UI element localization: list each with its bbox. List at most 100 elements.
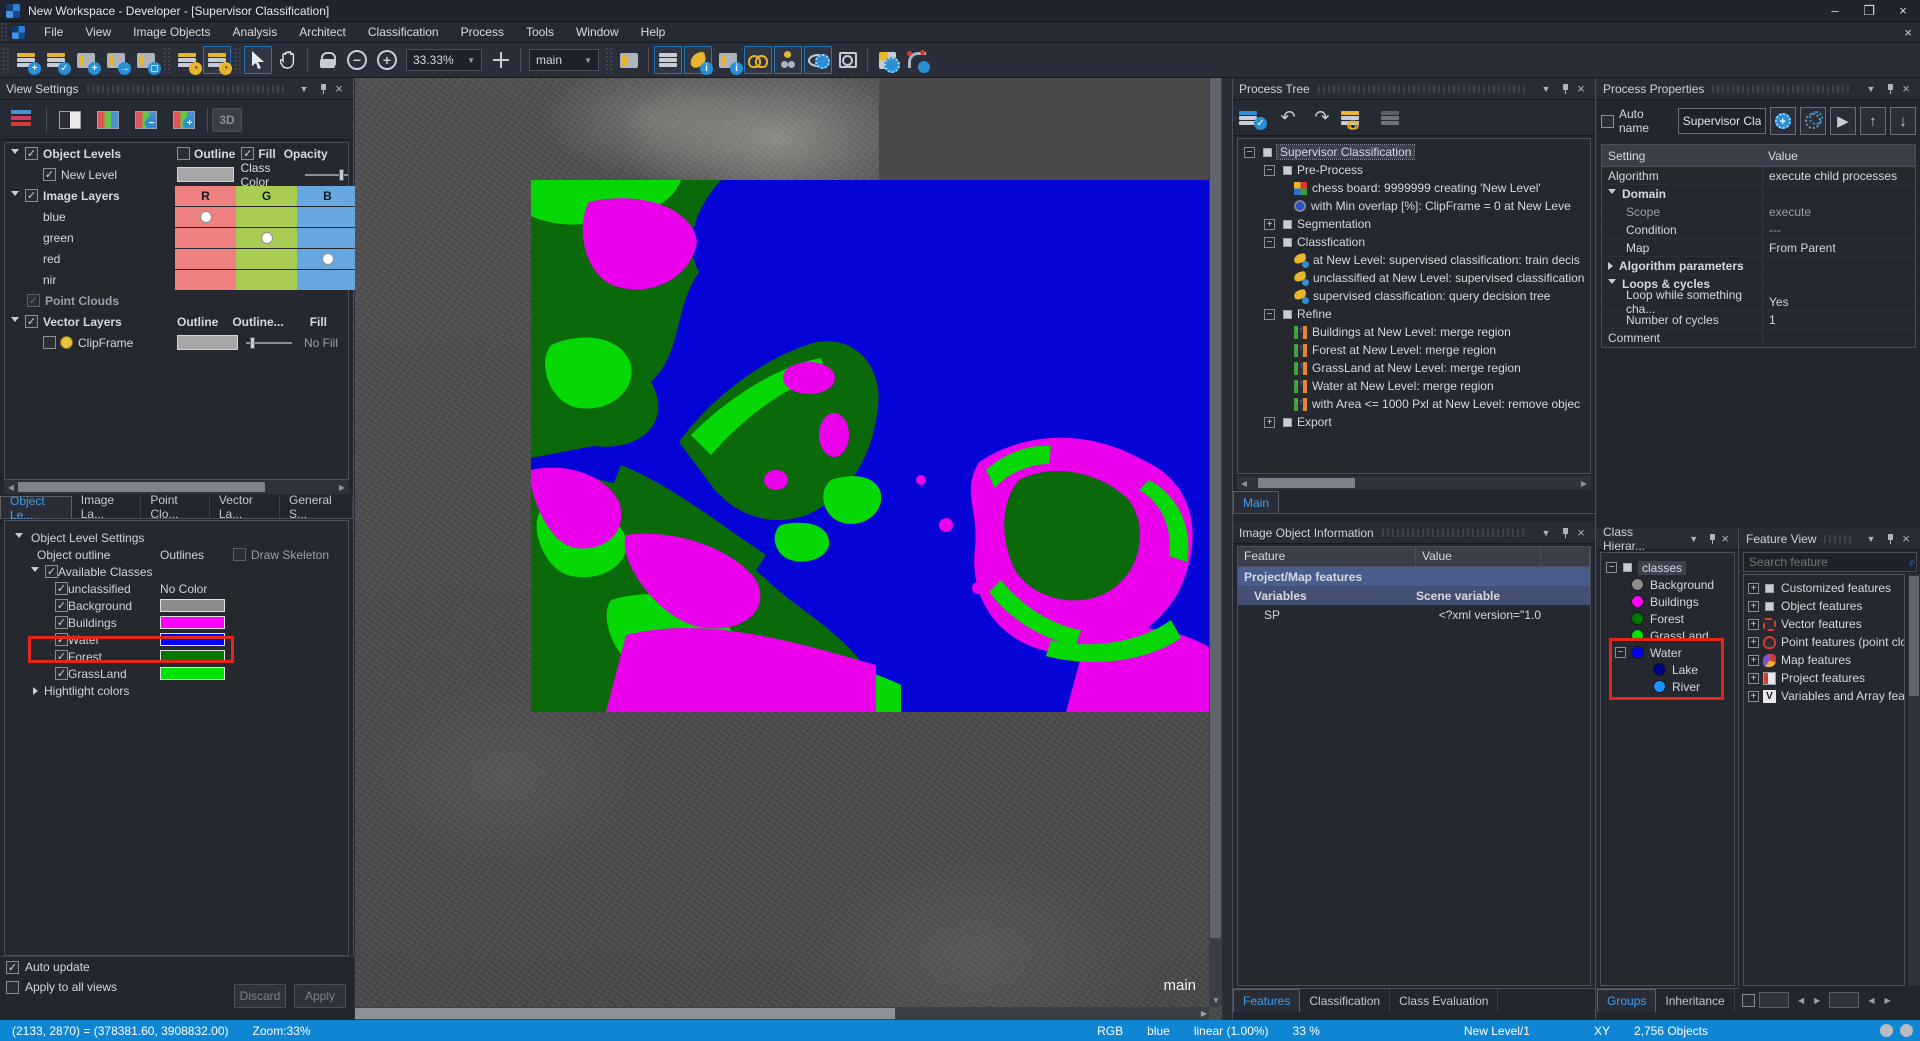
minimize-button[interactable]: – xyxy=(1818,0,1852,21)
close-icon[interactable]: × xyxy=(1898,81,1914,96)
scroll-left-icon[interactable]: ◀ xyxy=(4,483,18,492)
expand-icon[interactable] xyxy=(1608,262,1613,270)
chevron-down-icon[interactable]: ▼ xyxy=(1538,84,1554,94)
process-node[interactable]: − Classfication xyxy=(1238,233,1590,251)
collapse-box[interactable]: − xyxy=(1264,309,1275,320)
new-workspace-button[interactable]: + xyxy=(72,46,100,74)
close-icon[interactable]: × xyxy=(1573,81,1589,96)
expand-box[interactable]: + xyxy=(1748,583,1759,594)
menu-view[interactable]: View xyxy=(74,22,122,42)
new-level-row[interactable]: ✓ New Level Class Color xyxy=(5,164,348,185)
expand-icon[interactable] xyxy=(33,687,38,695)
auto-update-checkbox[interactable]: ✓ xyxy=(6,961,19,974)
open-workspace-button[interactable]: ◻ xyxy=(132,46,160,74)
process-node[interactable]: Water at New Level: merge region xyxy=(1238,377,1590,395)
process-node[interactable]: chess board: 9999999 creating 'New Level… xyxy=(1238,179,1590,197)
add-layer-button[interactable]: + xyxy=(167,105,201,135)
clipframe-row[interactable]: ClipFrame No Fill xyxy=(5,332,348,353)
classes-root-row[interactable]: − classes xyxy=(1601,559,1734,576)
spin-right-icon[interactable]: ▶ xyxy=(1809,996,1825,1005)
chevron-down-icon[interactable]: ▼ xyxy=(1863,534,1879,544)
property-group-row[interactable]: Domain xyxy=(1602,185,1915,203)
range-min-box[interactable] xyxy=(1759,992,1789,1008)
expand-box[interactable]: + xyxy=(1264,219,1275,230)
collapse-icon[interactable] xyxy=(11,149,19,158)
map-viewer[interactable]: main ▼ ▶ xyxy=(355,78,1222,1020)
close-icon[interactable]: × xyxy=(1573,525,1589,540)
edit-polygon-button[interactable] xyxy=(903,46,931,74)
feature-view-vscrollbar[interactable] xyxy=(1908,574,1920,986)
feature-group[interactable]: + Customized features xyxy=(1744,579,1904,597)
property-row[interactable]: Map From Parent xyxy=(1602,239,1915,257)
class-row-buildings[interactable]: ✓ Buildings xyxy=(5,614,348,631)
collapse-box[interactable]: − xyxy=(1606,562,1617,573)
property-row[interactable]: Algorithm execute child processes xyxy=(1602,167,1915,185)
close-button[interactable]: × xyxy=(1886,0,1920,21)
table-row[interactable]: SP <?xml version="1.0 xyxy=(1238,605,1590,624)
menu-help[interactable]: Help xyxy=(630,22,677,42)
grid-settings-button[interactable] xyxy=(873,46,901,74)
available-classes-checkbox[interactable]: ✓ xyxy=(45,565,58,578)
expand-box[interactable]: + xyxy=(1264,417,1275,428)
close-icon[interactable]: × xyxy=(1898,531,1914,546)
class-item[interactable]: Buildings xyxy=(1601,593,1734,610)
restore-button[interactable]: ❐ xyxy=(1852,0,1886,21)
channel-cell[interactable] xyxy=(175,270,236,290)
collapse-box[interactable]: − xyxy=(1264,165,1275,176)
select-cursor-button[interactable] xyxy=(244,46,272,74)
tab-class-evaluation[interactable]: Class Evaluation xyxy=(1390,989,1498,1012)
split-view-button[interactable] xyxy=(615,46,643,74)
channel-cell[interactable] xyxy=(236,207,297,227)
channel-cell[interactable] xyxy=(297,228,358,248)
outline-checkbox[interactable] xyxy=(177,147,190,160)
expand-box[interactable]: + xyxy=(1748,691,1759,702)
property-row[interactable]: Scope execute xyxy=(1602,203,1915,221)
class-row-unclassified[interactable]: ✓ unclassified No Color xyxy=(5,580,348,597)
range-max-box[interactable] xyxy=(1829,992,1859,1008)
scroll-left-icon[interactable]: ◀ xyxy=(1237,479,1251,488)
class-hierarchy-button[interactable] xyxy=(774,46,802,74)
channel-cell[interactable] xyxy=(175,228,236,248)
new-level-checkbox[interactable]: ✓ xyxy=(43,168,56,181)
scroll-right-icon[interactable]: ▶ xyxy=(1201,1009,1207,1018)
object-info-button[interactable]: i xyxy=(714,46,742,74)
new-project-button[interactable]: + xyxy=(12,46,40,74)
document-close-icon[interactable]: × xyxy=(1904,25,1912,40)
column-header[interactable]: Feature xyxy=(1238,547,1416,566)
apply-button[interactable]: Apply xyxy=(294,984,346,1008)
show-classification-button[interactable] xyxy=(744,46,772,74)
map-view-select[interactable]: main ▼ xyxy=(529,49,599,71)
expand-box[interactable]: + xyxy=(1748,601,1759,612)
chevron-down-icon[interactable]: ▼ xyxy=(1863,84,1879,94)
tab-object-levels[interactable]: Object Le... xyxy=(0,496,72,518)
remove-layer-button[interactable]: − xyxy=(129,105,163,135)
splitter[interactable] xyxy=(1222,78,1231,1020)
mix-layer-view-button[interactable] xyxy=(91,105,125,135)
channel-cell[interactable] xyxy=(175,249,236,269)
layer-row-blue[interactable]: blue xyxy=(5,206,348,227)
pan-hand-button[interactable] xyxy=(274,46,302,74)
opacity-slider[interactable] xyxy=(305,174,348,176)
process-node[interactable]: − Pre-Process xyxy=(1238,161,1590,179)
class-color-swatch[interactable] xyxy=(177,167,234,182)
menu-file[interactable]: File xyxy=(33,22,74,42)
edit-process-button[interactable] xyxy=(1800,107,1826,135)
process-node[interactable]: with Area <= 1000 Pxl at New Level: remo… xyxy=(1238,395,1590,413)
channel-cell[interactable] xyxy=(236,249,297,269)
zoom-out-button[interactable]: − xyxy=(343,46,371,74)
object-outline-row[interactable]: Object outline Outlines Draw Skeleton xyxy=(5,546,348,563)
feature-group[interactable]: + Point features (point clou xyxy=(1744,633,1904,651)
collapse-box[interactable]: − xyxy=(1244,147,1255,158)
collapse-icon[interactable] xyxy=(1608,189,1616,198)
algorithm-settings-button[interactable]: + xyxy=(1770,107,1796,135)
spin-right-icon[interactable]: ▶ xyxy=(1879,996,1895,1005)
save-ruleset-button[interactable]: ✓ xyxy=(1239,104,1269,132)
outlines-value[interactable]: Outlines xyxy=(160,548,204,562)
tab-inheritance[interactable]: Inheritance xyxy=(1656,989,1734,1012)
chevron-down-icon[interactable]: ▼ xyxy=(296,84,312,94)
viewer-hscrollbar[interactable]: ▶ xyxy=(355,1007,1209,1020)
channel-cell[interactable] xyxy=(297,207,358,227)
close-icon[interactable]: × xyxy=(331,81,347,96)
single-layer-view-button[interactable] xyxy=(53,105,87,135)
undo-button[interactable]: ↶ xyxy=(1273,104,1303,132)
